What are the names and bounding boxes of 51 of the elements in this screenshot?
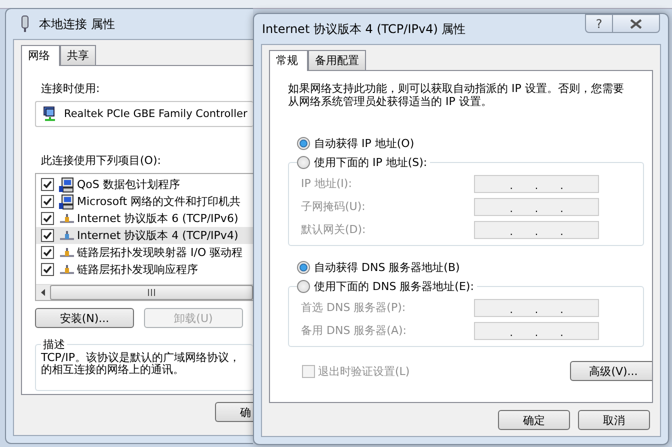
- field-label: 默认网关(D):: [301, 222, 366, 237]
- adapter-name: Realtek PCIe GBE Family Controller: [64, 108, 248, 120]
- radio-button[interactable]: [297, 280, 310, 293]
- list-item[interactable]: Microsoft 网络的文件和打印机共: [36, 193, 253, 210]
- checkbox[interactable]: [41, 246, 54, 259]
- window-title: 本地连接 属性: [39, 16, 115, 32]
- radio-label[interactable]: 自动获得 DNS 服务器地址(B): [314, 260, 460, 275]
- description-text: 的相互连接的网络上的通讯。: [41, 364, 185, 376]
- close-icon: [630, 18, 642, 28]
- field-label: IP 地址(I):: [301, 176, 352, 191]
- intro-text: 如果网络支持此功能，则可以获取自动指派的 IP 设置。否则，您需要从网络系统管理员处获得适当的 IP 设置。: [288, 82, 624, 108]
- network-computer-icon: [42, 106, 58, 122]
- checkbox[interactable]: [41, 229, 54, 242]
- list-item[interactable]: Internet 协议版本 6 (TCP/IPv6): [36, 210, 253, 227]
- checkbox[interactable]: [41, 212, 54, 225]
- close-button[interactable]: [613, 14, 660, 33]
- tab[interactable]: 常规: [269, 50, 308, 71]
- radio-label[interactable]: 使用下面的 IP 地址(S):: [314, 155, 428, 170]
- dialog-button[interactable]: 取消: [578, 410, 650, 430]
- radio-label[interactable]: 自动获得 IP 地址(O): [314, 136, 414, 151]
- checkbox[interactable]: [41, 263, 54, 276]
- field-label: 子网掩码(U):: [301, 199, 366, 214]
- advanced-button[interactable]: 高级(V)...: [570, 361, 652, 381]
- label: 连接时使用:: [41, 81, 100, 96]
- ok-button[interactable]: 确: [215, 402, 253, 422]
- network-adapter-icon: [19, 15, 31, 33]
- field-label: 首选 DNS 服务器(P):: [301, 300, 406, 315]
- button[interactable]: 安装(N)...: [35, 308, 134, 328]
- radio-label[interactable]: 使用下面的 DNS 服务器地址(E):: [314, 279, 474, 294]
- checkbox[interactable]: [41, 195, 54, 208]
- radio-button[interactable]: [297, 261, 310, 274]
- list-item[interactable]: QoS 数据包计划程序: [36, 176, 253, 193]
- description-text: TCP/IP。该协议是默认的广域网络协议，: [41, 352, 241, 364]
- tab[interactable]: 备用配置: [308, 50, 366, 70]
- label: 此连接使用下列项目(O):: [41, 153, 161, 168]
- radio-button[interactable]: [297, 137, 310, 150]
- grip-icon: [148, 289, 155, 296]
- list-item[interactable]: 链路层拓扑发现响应程序: [36, 261, 253, 278]
- field-label: 备用 DNS 服务器(A):: [301, 323, 406, 338]
- tab[interactable]: 网络: [21, 45, 60, 66]
- radio-button[interactable]: [297, 156, 310, 169]
- dialog-button[interactable]: 确定: [498, 410, 570, 430]
- list-item[interactable]: 链路层拓扑发现映射器 I/O 驱动程: [36, 244, 253, 261]
- computer-icon: [59, 176, 75, 192]
- window-title: Internet 协议版本 4 (TCP/IPv4) 属性: [262, 20, 466, 38]
- group-title: 描述: [42, 337, 66, 352]
- list-item[interactable]: Internet 协议版本 4 (TCP/IPv4): [36, 227, 253, 244]
- computer-icon: [59, 194, 75, 210]
- help-button[interactable]: ?: [585, 14, 613, 33]
- checkbox[interactable]: [41, 178, 54, 191]
- tab[interactable]: 共享: [60, 45, 96, 65]
